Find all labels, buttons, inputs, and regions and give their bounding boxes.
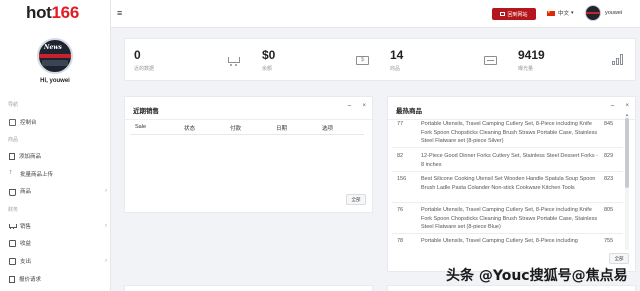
sidebar-item-label: 控制台 [20,120,37,126]
upload-icon [9,169,16,178]
sidebar-item-label: 收益 [20,241,32,247]
table-row[interactable]: 78 Portable Utensils, Travel Camping Cut… [397,237,627,246]
brand-logo[interactable]: hot166 [26,3,79,23]
cart-icon [9,223,17,230]
recent-sales-panel: 近期销售 − × [124,96,373,213]
column-header: 日期 [276,126,288,132]
user-avatar [585,5,601,21]
watermark-text: 头条 @Youc搜狐号@焦点易 [446,268,628,284]
sidebar-item-earnings[interactable]: 收益 [9,238,31,248]
quote-icon [9,275,15,283]
sidebar-item-bulk-upload[interactable]: 批量商品上传 [9,169,53,179]
sidebar-item-label: 添加商品 [19,154,42,160]
top-header: ≡ 回到网站 中文 ▾ youwei [111,0,640,28]
stat-views: 9419 曝光量 [518,48,545,72]
cart-icon [228,55,240,66]
column-header: 选项 [322,126,334,132]
column-header: 状态 [184,126,196,132]
avatar: News [37,38,73,74]
dashboard-icon [9,118,16,126]
column-header: Sale [135,124,147,130]
money-out-icon [9,257,16,265]
sidebar: hot166 News Hi, youwei 导航 控制台 商品 添加商品 批量… [0,0,111,291]
panel-title: 近期销售 [133,108,159,115]
nav-section-label: 导航 [8,102,19,108]
nav-section-label: 财务 [8,207,19,213]
stat-sales: 0 近的数据 [134,48,155,72]
close-icon[interactable]: × [625,103,629,110]
chevron-right-icon: › [105,223,107,229]
column-header: 付款 [230,126,242,132]
document-icon [484,56,497,65]
bar-chart-icon [612,54,624,65]
view-all-products-button[interactable]: 全部 [609,253,629,264]
money-icon [356,56,369,65]
close-icon[interactable]: × [362,103,366,110]
sidebar-item-dashboard[interactable]: 控制台 [9,117,37,127]
sidebar-item-quote-requests[interactable]: 报价请求 [9,274,41,284]
sidebar-item-sales[interactable]: 销售 › [9,221,107,231]
monitor-icon [500,12,506,16]
sidebar-item-label: 支出 [20,259,32,265]
collapse-icon[interactable]: − [610,103,614,110]
view-all-sales-button[interactable]: 全部 [346,194,366,205]
greeting-text: Hi, youwei [40,78,70,84]
stat-products: 14 商品 [390,48,404,72]
language-selector[interactable]: 中文 ▾ [547,9,574,17]
sidebar-item-add-product[interactable]: 添加商品 [9,151,41,161]
china-flag-icon [547,9,555,16]
stat-balance: $0 余额 [262,48,276,72]
panel-title: 最热商品 [396,108,422,115]
document-icon [9,152,15,160]
scrollbar-thumb[interactable] [625,118,629,188]
sidebar-item-label: 报价请求 [19,277,42,283]
shopping-bag-icon [9,188,16,196]
nav-section-label: 商品 [8,137,19,143]
sidebar-item-expenses[interactable]: 支出 › [9,256,107,266]
stats-bar [124,38,636,81]
money-icon [9,239,16,247]
chevron-down-icon: ▾ [571,10,574,16]
sidebar-item-products[interactable]: 商品 › [9,186,107,196]
user-menu[interactable]: youwei [585,5,622,21]
back-to-site-button[interactable]: 回到网站 [492,8,536,20]
sidebar-item-label: 批量商品上传 [20,172,54,178]
sidebar-item-label: 销售 [20,224,32,230]
menu-toggle-icon[interactable]: ≡ [117,8,122,18]
chevron-right-icon: › [105,258,107,264]
bottom-panel-left [124,285,373,291]
collapse-icon[interactable]: − [347,103,351,110]
chevron-right-icon: › [105,188,107,194]
sidebar-item-label: 商品 [20,189,32,195]
bottom-panel-right [387,285,636,291]
